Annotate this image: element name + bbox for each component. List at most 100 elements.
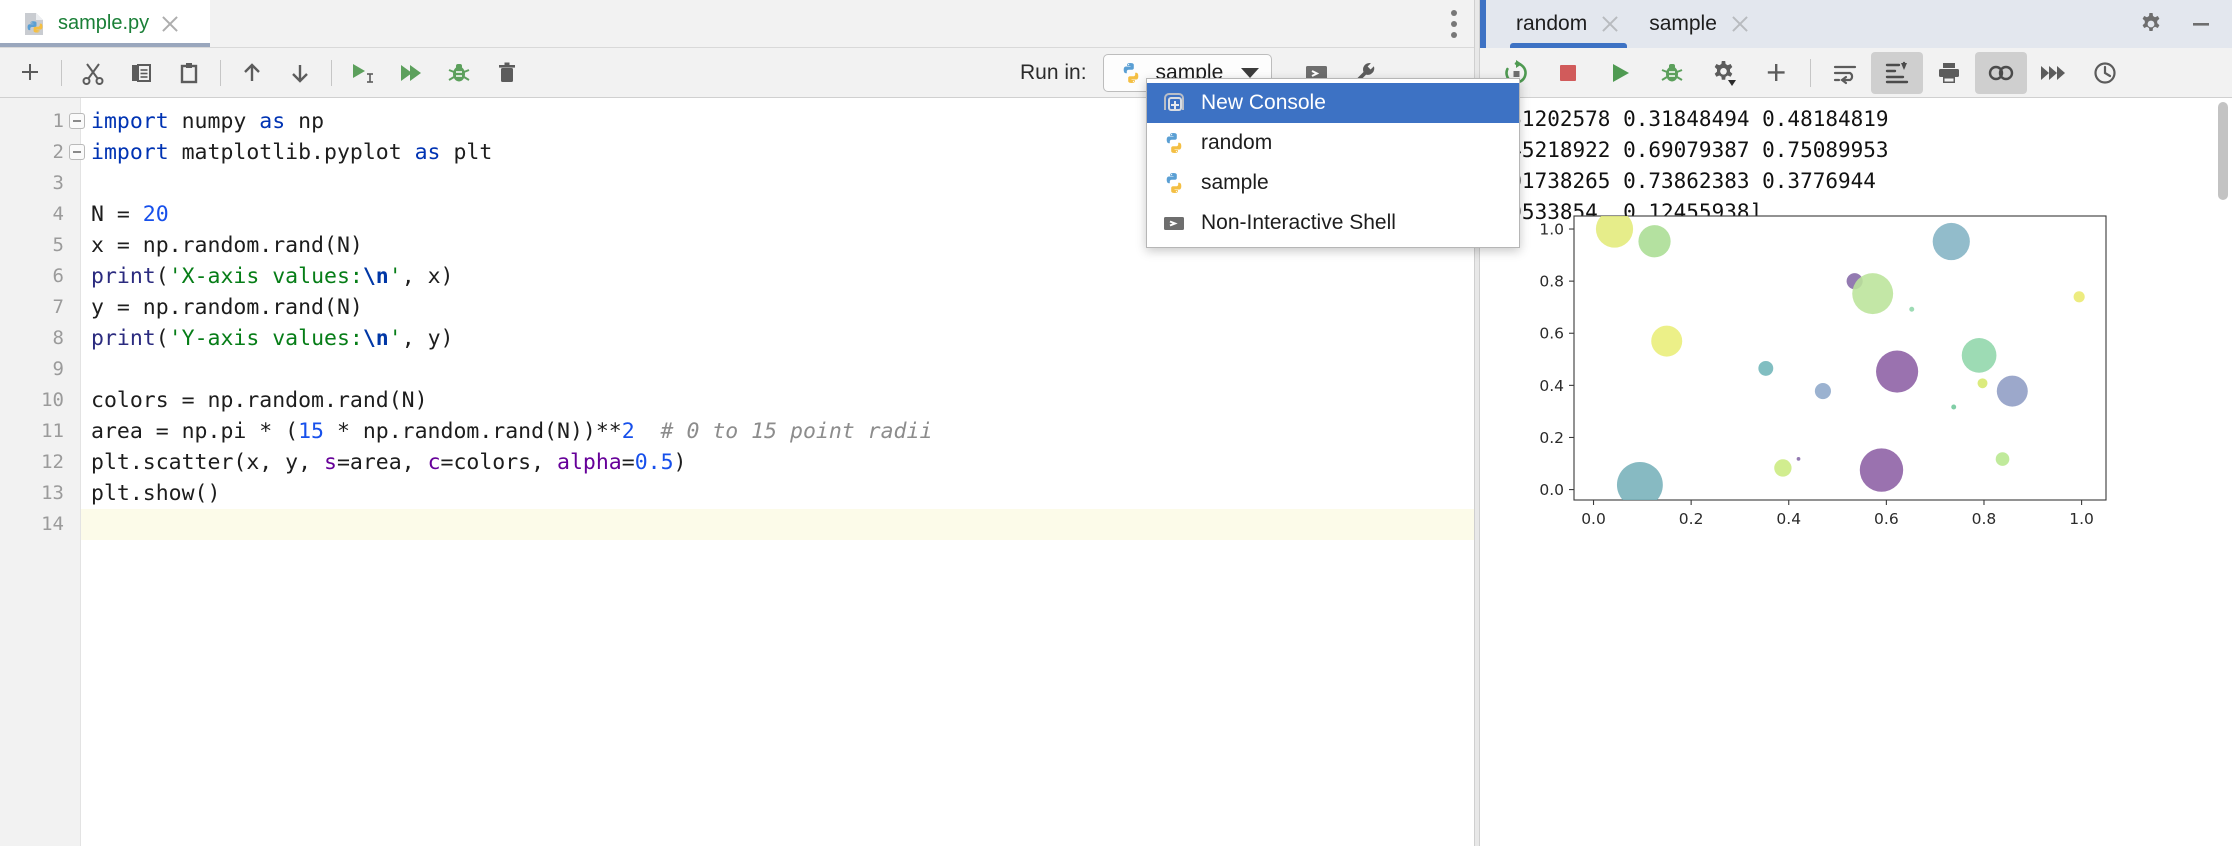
code-line[interactable]: y = np.random.rand(N) (81, 292, 1474, 323)
scroll-to-end-icon[interactable] (1871, 52, 1923, 94)
gear-icon[interactable] (2128, 2, 2174, 46)
run-in-dropdown-menu[interactable]: New Console random sampl (1146, 78, 1520, 248)
python-icon (1161, 130, 1187, 156)
console-tab-sample[interactable]: sample (1635, 0, 1765, 48)
editor-pane: sample.py (0, 0, 1474, 846)
line-number: 3 (0, 168, 80, 199)
code-token: plt.show() (91, 481, 220, 506)
line-number: 10 (0, 385, 80, 416)
code-token: area = np.pi * ( (91, 419, 298, 444)
console-tab-close-icon[interactable] (1729, 13, 1751, 35)
x-tick-label: 0.4 (1776, 510, 1801, 528)
soft-wrap-icon[interactable] (1819, 52, 1871, 94)
line-number: 12 (0, 447, 80, 478)
dropdown-item-non-interactive-shell[interactable]: Non-Interactive Shell (1147, 203, 1519, 243)
python-file-icon (22, 11, 48, 37)
console-tab-close-icon[interactable] (1599, 13, 1621, 35)
run-icon[interactable] (1594, 52, 1646, 94)
console-scrollbar[interactable] (2218, 102, 2228, 200)
chevron-down-icon[interactable] (1241, 68, 1259, 78)
code-line[interactable]: area = np.pi * (15 * np.random.rand(N))*… (81, 416, 1474, 447)
minimize-icon[interactable] (2178, 2, 2224, 46)
delete-icon[interactable] (483, 53, 531, 93)
console-toolbar-separator (1810, 59, 1811, 87)
code-token: alpha (557, 450, 622, 475)
dropdown-item-new-console[interactable]: New Console (1147, 83, 1519, 123)
code-line[interactable] (81, 509, 1474, 540)
python-icon (1161, 170, 1187, 196)
code-line[interactable]: print('X-axis values:\n', x) (81, 261, 1474, 292)
move-up-icon[interactable] (228, 53, 276, 93)
file-tab-close-icon[interactable] (159, 13, 181, 35)
cut-icon[interactable] (69, 53, 117, 93)
copy-icon[interactable] (117, 53, 165, 93)
x-tick-label: 0.6 (1874, 510, 1899, 528)
dropdown-item-random[interactable]: random (1147, 123, 1519, 163)
code-token: print (91, 264, 156, 289)
code-token: ( (156, 264, 169, 289)
scatter-point (1638, 225, 1670, 257)
execute-selection-icon[interactable] (339, 53, 387, 93)
code-token: matplotlib.pyplot (182, 140, 415, 165)
debug-icon[interactable] (1646, 52, 1698, 94)
console-window-buttons (2128, 0, 2224, 48)
code-line[interactable]: plt.scatter(x, y, s=area, c=colors, alph… (81, 447, 1474, 478)
file-tab-label: sample.py (58, 12, 149, 35)
code-token: import (91, 109, 182, 134)
code-line[interactable]: print('Y-axis values:\n', y) (81, 323, 1474, 354)
code-token: ' (389, 326, 402, 351)
line-number: 13 (0, 478, 80, 509)
line-number: 11 (0, 416, 80, 447)
scatter-point (1797, 457, 1801, 461)
file-tab-sample-py[interactable]: sample.py (0, 0, 210, 47)
console-output-area[interactable]: 0.51202578 0.31848494 0.481848190.452189… (1480, 98, 2232, 846)
read-only-icon[interactable] (1975, 52, 2027, 94)
code-token: # 0 to 15 point radii (635, 419, 933, 444)
scatter-point (1909, 307, 1914, 312)
dropdown-item-sample[interactable]: sample (1147, 163, 1519, 203)
scatter-point (2074, 291, 2085, 302)
history-icon[interactable] (2079, 52, 2131, 94)
y-tick-label: 1.0 (1539, 221, 1564, 239)
paste-icon[interactable] (165, 53, 213, 93)
console-output-text: 0.51202578 0.31848494 0.481848190.452189… (1480, 98, 2232, 228)
code-token: 'X-axis values: (169, 264, 363, 289)
code-token: x = np.random.rand(N) (91, 233, 363, 258)
code-token: numpy (182, 109, 260, 134)
code-fold-icon[interactable] (69, 113, 85, 129)
code-token: s (324, 450, 337, 475)
code-token: print (91, 326, 156, 351)
print-icon[interactable] (1923, 52, 1975, 94)
pycharm-window: sample.py (0, 0, 2232, 846)
console-output-line: 0.45218922 0.69079387 0.75089953 (1484, 135, 2232, 166)
debug-icon[interactable] (435, 53, 483, 93)
code-token: ' (389, 264, 402, 289)
code-token: ( (156, 326, 169, 351)
scatter-point (1996, 452, 2010, 466)
toolbar-separator (331, 60, 332, 86)
add-icon[interactable] (6, 53, 54, 93)
settings-gear-icon[interactable] (1698, 52, 1750, 94)
fast-forward-icon[interactable] (2027, 52, 2079, 94)
code-token: plt.scatter(x, y, (91, 450, 324, 475)
code-line[interactable]: plt.show() (81, 478, 1474, 509)
run-all-icon[interactable] (387, 53, 435, 93)
code-token: , y) (402, 326, 454, 351)
code-token: , x) (402, 264, 454, 289)
x-tick-label: 0.2 (1679, 510, 1704, 528)
new-console-icon (1161, 90, 1187, 116)
code-token: as (259, 109, 298, 134)
code-token: \n (363, 326, 389, 351)
console-tab-random[interactable]: random (1502, 0, 1635, 48)
code-line[interactable] (81, 354, 1474, 385)
code-fold-icon[interactable] (69, 144, 85, 160)
more-options-icon[interactable] (1434, 0, 1474, 47)
code-line[interactable]: colors = np.random.rand(N) (81, 385, 1474, 416)
dropdown-item-label: random (1201, 131, 1272, 155)
stop-icon[interactable] (1542, 52, 1594, 94)
add-icon[interactable] (1750, 52, 1802, 94)
y-tick-label: 0.0 (1539, 481, 1564, 499)
move-down-icon[interactable] (276, 53, 324, 93)
scatter-point (1617, 462, 1663, 508)
line-number: 2 (0, 137, 80, 168)
